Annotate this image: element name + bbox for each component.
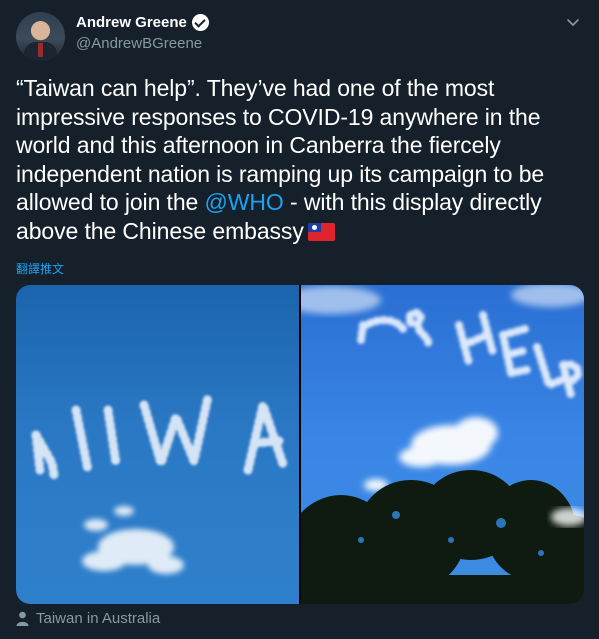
avatar[interactable]: [16, 12, 65, 61]
tweet-location[interactable]: Taiwan in Australia: [16, 610, 160, 627]
media-photo-left[interactable]: [16, 285, 299, 604]
tweet-text: “Taiwan can help”. They’ve had one of th…: [16, 74, 586, 246]
mention-link[interactable]: @WHO: [205, 189, 284, 215]
flag-sun: [311, 224, 317, 230]
skywriting-photo-left-art: [31, 388, 289, 574]
avatar-tie: [38, 43, 43, 57]
chevron-down-icon[interactable]: [565, 14, 581, 30]
author-name-row: Andrew Greene: [76, 14, 209, 31]
translate-tweet-link[interactable]: 翻譯推文: [16, 260, 64, 277]
tweet-media: [16, 285, 584, 604]
author-display-name[interactable]: Andrew Greene: [76, 14, 187, 31]
media-photo-right[interactable]: [301, 285, 584, 604]
person-icon: [16, 611, 29, 626]
verified-badge-icon: [191, 14, 209, 31]
location-label: Taiwan in Australia: [36, 610, 161, 627]
skywriting-photo-right-art: [301, 285, 584, 604]
author-handle[interactable]: @AndrewBGreene: [76, 35, 202, 52]
taiwan-flag-icon: [307, 222, 335, 241]
